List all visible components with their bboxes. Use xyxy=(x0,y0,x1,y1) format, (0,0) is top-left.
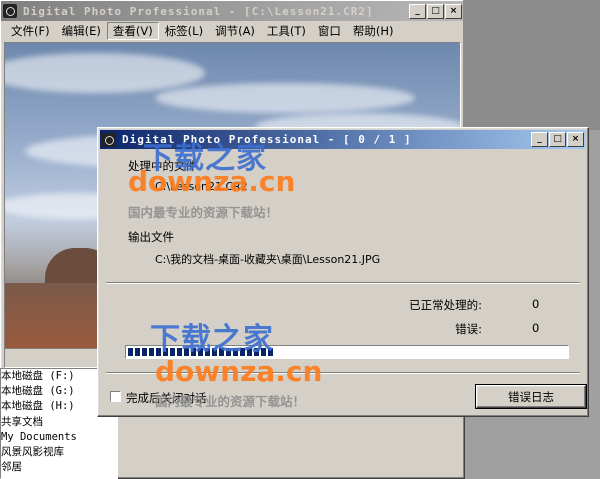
menu-help[interactable]: 帮助(H) xyxy=(347,22,400,40)
menu-adjust[interactable]: 调节(A) xyxy=(209,22,261,40)
minimize-button[interactable]: _ xyxy=(409,3,426,19)
errors-count: 0 xyxy=(532,321,540,335)
errors-label: 错误: xyxy=(455,322,482,336)
progress-block xyxy=(128,348,133,356)
app-icon xyxy=(3,4,17,18)
watermark-en: downza.cn xyxy=(128,165,296,198)
output-label: 输出文件 xyxy=(128,230,174,244)
menu-bar: 文件(F) 编辑(E) 查看(V) 标签(L) 调节(A) 工具(T) 窗口 帮… xyxy=(1,21,464,41)
main-window-titlebar[interactable]: Digital Photo Professional - [C:\Lesson2… xyxy=(1,1,464,21)
cloud-shape xyxy=(5,53,205,93)
progress-block xyxy=(135,348,140,356)
cloud-shape xyxy=(155,83,415,113)
processed-count: 0 xyxy=(532,297,540,311)
app-icon xyxy=(102,132,116,147)
watermark-cn: 下载之家 xyxy=(150,322,274,357)
menu-tools[interactable]: 工具(T) xyxy=(261,22,312,40)
divider xyxy=(106,282,580,284)
watermark-en: downza.cn xyxy=(155,355,323,388)
close-button[interactable]: × xyxy=(567,132,584,147)
main-window-title: Digital Photo Professional - [C:\Lesson2… xyxy=(23,4,374,18)
maximize-button[interactable]: □ xyxy=(549,132,566,147)
processed-label: 已正常处理的: xyxy=(409,298,482,312)
menu-window[interactable]: 窗口 xyxy=(312,22,347,40)
close-button[interactable]: × xyxy=(445,3,462,19)
menu-label[interactable]: 标签(L) xyxy=(159,22,209,40)
menu-edit[interactable]: 编辑(E) xyxy=(56,22,107,40)
menu-file[interactable]: 文件(F) xyxy=(5,22,56,40)
desktop-background xyxy=(463,0,600,130)
close-when-done-checkbox[interactable] xyxy=(110,391,121,402)
list-item[interactable]: 邻居 xyxy=(1,460,117,475)
output-file: C:\我的文档-桌面-收藏夹\桌面\Lesson21.JPG xyxy=(155,253,381,266)
watermark-sub: 国内最专业的资源下载站！ xyxy=(155,394,306,409)
menu-view[interactable]: 查看(V) xyxy=(106,22,159,40)
maximize-button[interactable]: □ xyxy=(427,3,444,19)
list-item[interactable]: My Documents xyxy=(1,430,117,445)
watermark-sub: 国内最专业的资源下载站！ xyxy=(128,205,279,220)
progress-block xyxy=(142,348,147,356)
error-log-button[interactable]: 错误日志 xyxy=(475,384,587,409)
list-item[interactable]: 风景风影视库 xyxy=(1,445,117,460)
minimize-button[interactable]: _ xyxy=(531,132,548,147)
